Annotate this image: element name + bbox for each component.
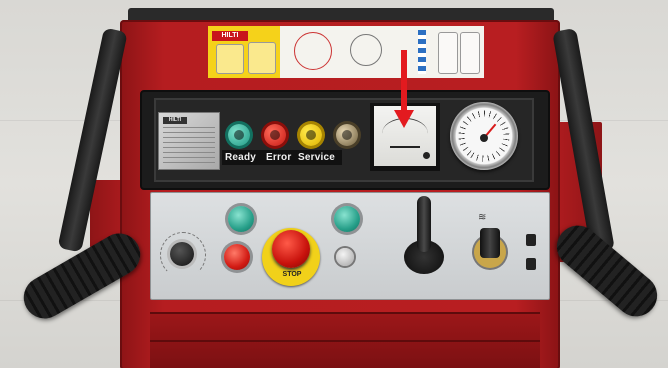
error-indicator-lamp: [264, 124, 286, 146]
red-arrow-shaft: [401, 50, 407, 118]
machine-diagram-icon: [248, 42, 276, 74]
status-label-error: Error: [266, 152, 292, 163]
joystick-lever[interactable]: [417, 196, 431, 252]
handle-diagram-icon: [460, 32, 480, 74]
red-arrow-down-icon: [394, 110, 414, 128]
handle-diagram-icon: [438, 32, 458, 74]
blue-symbol-column: [418, 30, 426, 74]
rating-plate-text: [163, 127, 215, 165]
red-stop-button[interactable]: [224, 244, 250, 270]
white-instruction-label: [280, 26, 484, 78]
emergency-stop-label: STOP: [282, 271, 302, 278]
machine-diagram-icon: [216, 44, 244, 74]
green-function-button[interactable]: [334, 206, 360, 232]
service-indicator-lamp: [300, 124, 322, 146]
pressure-gauge-hub: [480, 134, 488, 142]
rotation-diagram-icon: [350, 34, 382, 66]
status-label-ready: Ready: [225, 152, 257, 163]
mode-symbol-icon: [526, 258, 536, 270]
speed-selector-dial[interactable]: [170, 242, 194, 266]
lower-seam: [150, 340, 540, 342]
mode-symbol-icon: [526, 234, 536, 246]
status-label-service: Service: [298, 152, 335, 163]
rating-plate-brand: HILTI: [163, 117, 187, 124]
label-brand-logo: HILTI: [212, 31, 248, 41]
ready-indicator-lamp: [228, 124, 250, 146]
water-valve-knob[interactable]: [480, 228, 500, 258]
rotation-diagram-icon: [294, 32, 332, 70]
green-start-button[interactable]: [228, 206, 254, 232]
ammeter-needle: [390, 146, 420, 148]
rating-plate: HILTI: [158, 112, 220, 170]
amber-indicator-lamp: [336, 124, 358, 146]
machine-photo: HILTI HILTI Ready Error Service STOP ≋: [0, 0, 668, 368]
ammeter-adjust-knob[interactable]: [423, 152, 430, 159]
emergency-stop-button[interactable]: [272, 230, 310, 268]
yellow-warning-label: HILTI: [208, 26, 280, 78]
warning-labels: HILTI: [208, 26, 484, 78]
silver-reset-button[interactable]: [336, 248, 354, 266]
water-wave-icon: ≋: [478, 212, 487, 223]
